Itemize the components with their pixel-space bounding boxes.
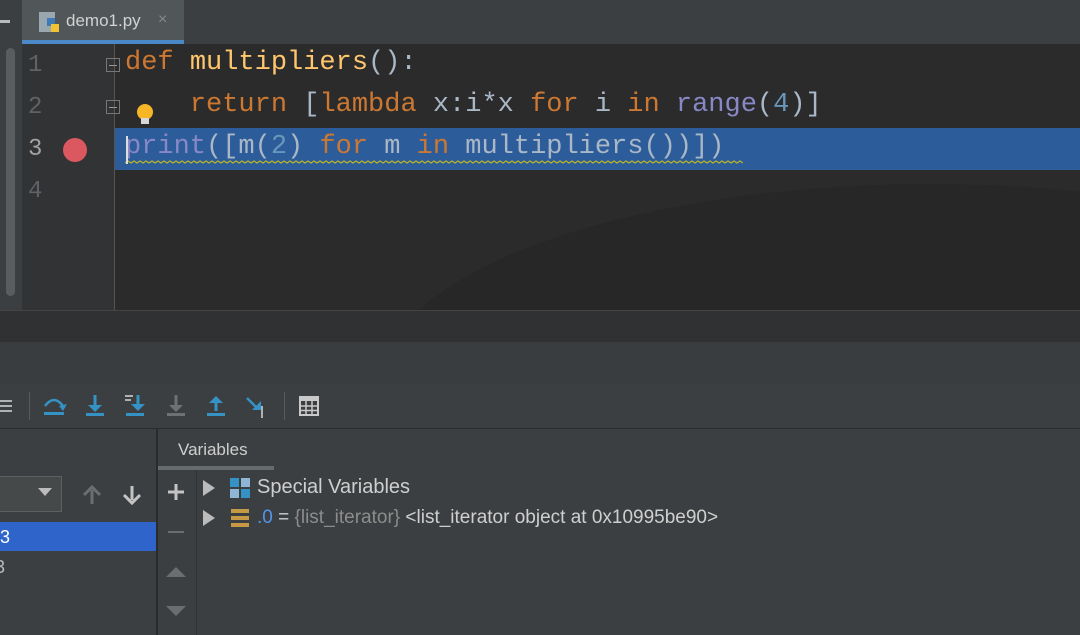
close-icon[interactable]: ×: [158, 11, 167, 29]
line-number: 2: [28, 94, 43, 121]
line-number: 1: [28, 52, 43, 79]
fold-icon[interactable]: [106, 100, 120, 114]
special-variables-icon: [230, 478, 250, 498]
remove-icon[interactable]: [167, 530, 185, 536]
python-file-icon: [39, 12, 59, 32]
special-variables-label[interactable]: Special Variables: [257, 476, 410, 499]
minimize-icon[interactable]: [0, 20, 10, 23]
line-number: 3: [28, 136, 43, 163]
gutter: [22, 44, 114, 310]
text-caret: [126, 136, 128, 164]
step-out-icon[interactable]: [202, 392, 230, 420]
move-down-icon[interactable]: [166, 605, 186, 617]
expand-arrow-icon[interactable]: [203, 510, 215, 526]
tab-label: demo1.py: [66, 11, 141, 30]
add-icon[interactable]: [167, 483, 185, 501]
up-icon[interactable]: [82, 484, 102, 506]
expand-arrow-icon[interactable]: [203, 480, 215, 496]
frame-label: :3: [0, 527, 11, 547]
frame-label[interactable]: 3: [0, 557, 5, 578]
variables-panel: [158, 429, 1080, 635]
step-into-icon[interactable]: [81, 392, 109, 420]
show-execution-point-icon[interactable]: [0, 392, 28, 420]
variable-name: .0: [257, 507, 273, 528]
editor-status-strip: [0, 310, 1080, 343]
code-line-3: print([m(2) for m in multipliers())]): [125, 132, 725, 162]
code-editor[interactable]: 1 2 3 4 def multipliers(): return [lambd…: [0, 44, 1080, 310]
variable-row[interactable]: .0 = {list_iterator} <list_iterator obje…: [257, 507, 718, 529]
evaluate-expression-icon[interactable]: [295, 392, 323, 420]
step-into-my-code-icon[interactable]: [121, 392, 149, 420]
breakpoint-icon[interactable]: [63, 138, 87, 162]
debug-tool-window-header: [0, 342, 1080, 384]
variable-value: <list_iterator object at 0x10995be90>: [400, 507, 719, 528]
down-icon[interactable]: [122, 484, 142, 506]
force-step-into-icon[interactable]: [162, 392, 190, 420]
scrollbar-thumb[interactable]: [6, 48, 15, 296]
step-over-icon[interactable]: [40, 392, 68, 420]
warning-underline: [125, 160, 743, 164]
thread-select[interactable]: [0, 476, 62, 512]
chevron-down-icon: [38, 488, 52, 496]
variable-type: {list_iterator}: [294, 507, 401, 528]
fold-icon[interactable]: [106, 58, 120, 72]
line-number: 4: [28, 178, 43, 205]
tab-variables[interactable]: Variables: [178, 440, 248, 460]
debug-toolbar: [0, 384, 1080, 429]
background-decoration: [380, 184, 1080, 310]
variable-icon: [231, 509, 249, 527]
code-line-1: def multipliers():: [125, 48, 417, 78]
move-up-icon[interactable]: [166, 566, 186, 578]
gutter-divider: [114, 44, 115, 310]
run-to-cursor-icon[interactable]: [243, 392, 271, 420]
frame-row-selected[interactable]: [0, 522, 156, 551]
code-line-2: return [lambda x:i*x for i in range(4)]: [189, 90, 822, 120]
